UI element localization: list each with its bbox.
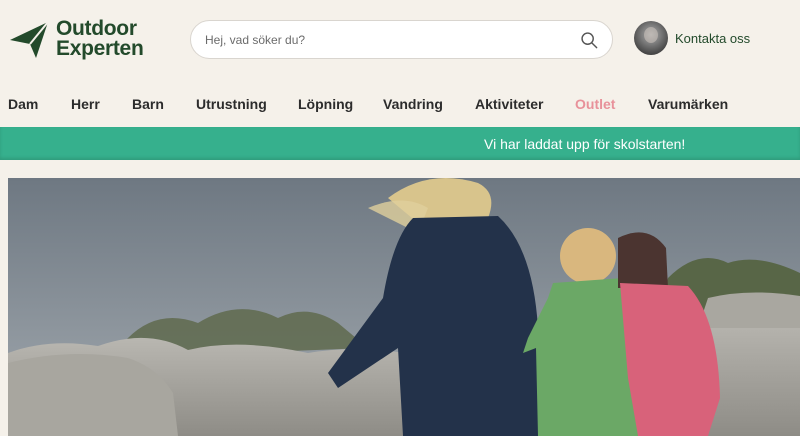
contact-label: Kontakta oss: [675, 30, 751, 46]
logo-mark-icon: [10, 21, 49, 58]
nav-item-utrustning[interactable]: Utrustning: [196, 96, 267, 112]
hero-image[interactable]: [8, 178, 800, 436]
search-icon[interactable]: [580, 31, 598, 49]
nav-item-outlet[interactable]: Outlet: [575, 96, 615, 112]
contact-link[interactable]: Kontakta oss: [634, 21, 750, 55]
nav-item-lopning[interactable]: Löpning: [298, 96, 353, 112]
nav-item-barn[interactable]: Barn: [132, 96, 164, 112]
promo-banner-text: Vi har laddat upp för skolstarten!: [484, 136, 686, 152]
site-header: Outdoor Experten Hej, vad söker du? Kont…: [0, 0, 800, 80]
logo-text: Outdoor Experten: [56, 17, 144, 60]
search-input[interactable]: Hej, vad söker du?: [190, 20, 613, 59]
avatar: [634, 21, 668, 55]
hero-illustration: [8, 178, 800, 436]
logo[interactable]: Outdoor Experten: [8, 16, 144, 62]
logo-line2: Experten: [56, 37, 144, 60]
nav-item-dam[interactable]: Dam: [8, 96, 38, 112]
main-nav: Dam Herr Barn Utrustning Löpning Vandrin…: [0, 90, 800, 120]
nav-item-vandring[interactable]: Vandring: [383, 96, 443, 112]
promo-banner[interactable]: Vi har laddat upp för skolstarten!: [0, 127, 800, 160]
logo-line1: Outdoor: [56, 17, 137, 40]
nav-item-aktiviteter[interactable]: Aktiviteter: [475, 96, 543, 112]
nav-item-varumarken[interactable]: Varumärken: [648, 96, 728, 112]
search-placeholder: Hej, vad söker du?: [205, 32, 306, 47]
nav-item-herr[interactable]: Herr: [71, 96, 100, 112]
